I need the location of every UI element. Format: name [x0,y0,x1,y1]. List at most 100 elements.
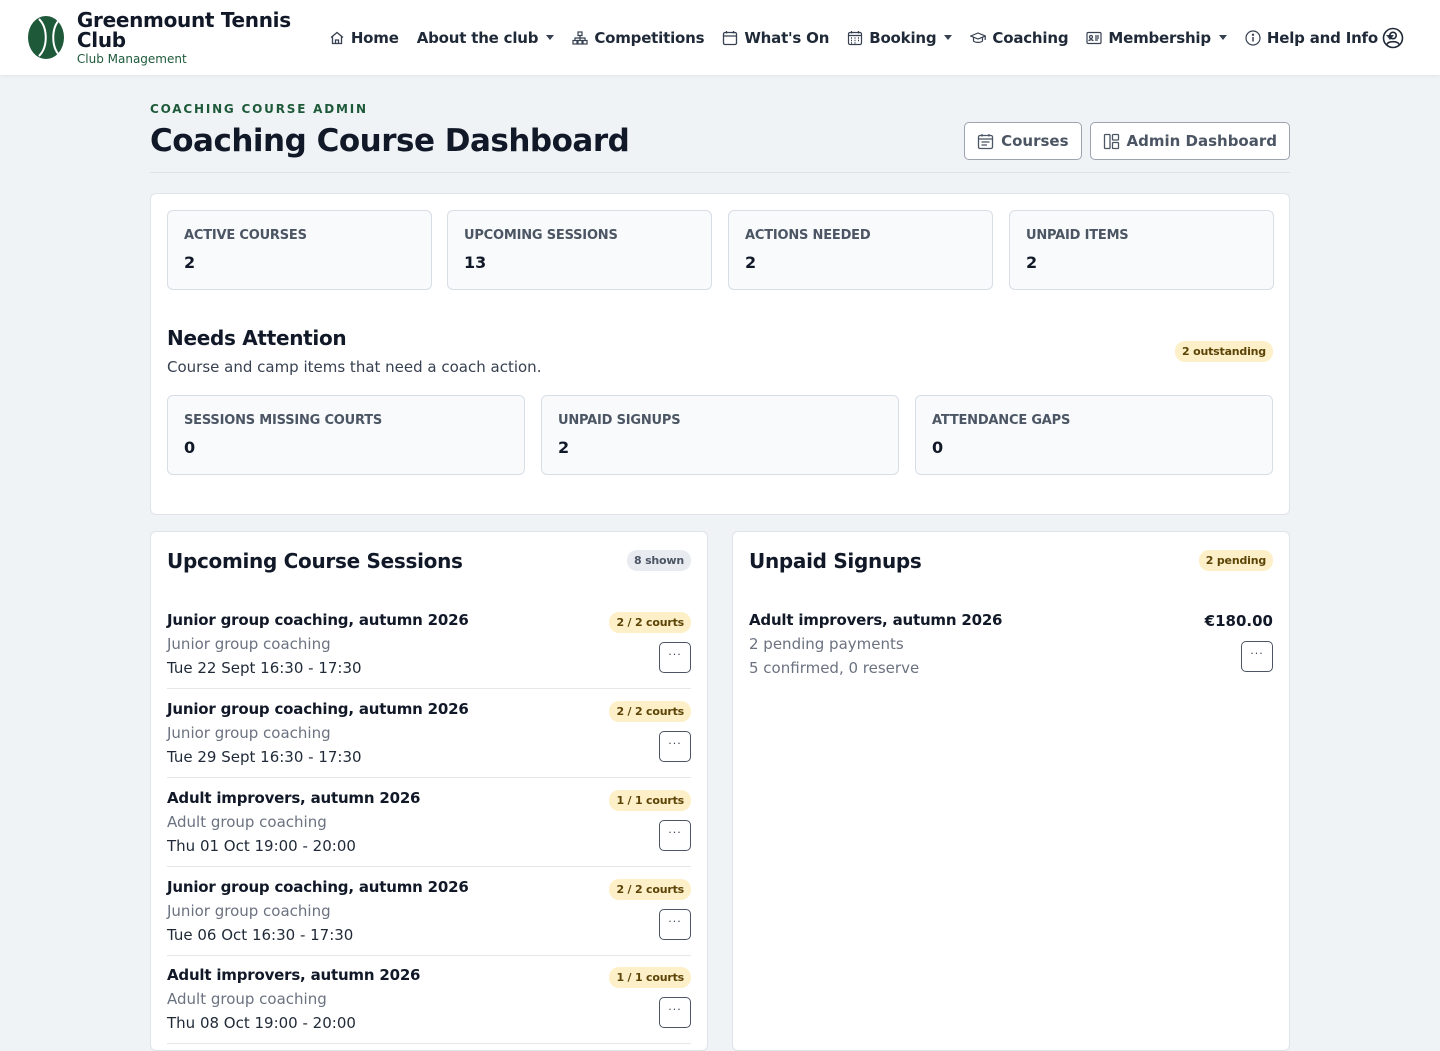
user-account-icon[interactable] [1382,27,1404,49]
nav-home[interactable]: Home [329,29,399,47]
graduation-cap-icon [970,30,987,46]
admin-dashboard-button[interactable]: Admin Dashboard [1089,122,1290,160]
session-type: Adult group coaching [167,813,327,831]
stat-upcoming-sessions: UPCOMING SESSIONS 13 [447,210,712,290]
stat-label: UPCOMING SESSIONS [464,228,618,243]
nav-coaching-label: Coaching [992,28,1069,47]
stat-active-courses: ACTIVE COURSES 2 [167,210,432,290]
session-title: Adult improvers, autumn 2026 [167,966,421,984]
layout-dashboard-icon [1103,133,1120,150]
nav-competitions[interactable]: Competitions [572,28,705,47]
nav-competitions-label: Competitions [594,28,705,47]
upcoming-sessions-card: Upcoming Course Sessions 8 shown Junior … [150,531,708,1051]
header-actions: Courses Admin Dashboard [956,122,1290,160]
more-actions-button[interactable]: ··· [659,642,691,673]
id-card-icon [1086,30,1102,46]
summary-card: ACTIVE COURSES 2 UPCOMING SESSIONS 13 AC… [150,193,1290,515]
ellipsis-icon: ··· [668,826,682,839]
session-type: Junior group coaching [167,724,331,742]
ellipsis-icon: ··· [668,915,682,928]
nav-membership[interactable]: Membership [1086,29,1227,47]
calendar-icon [722,30,738,46]
nav-whats-on-label: What's On [744,28,830,47]
brand-title: Greenmount Tennis Club [76,8,291,52]
unpaid-signup-row: Adult improvers, autumn 2026 2 pending p… [749,600,1273,689]
signup-status: 5 confirmed, 0 reserve [749,659,920,677]
ellipsis-icon: ··· [1250,647,1264,660]
info-icon [1245,29,1261,46]
main-nav: Home About the club Competitions What's … [329,29,1412,47]
stat-value: 0 [932,438,944,457]
ellipsis-icon: ··· [668,1003,682,1016]
needs-attention-title: Needs Attention [167,326,347,350]
session-time: Thu 08 Oct 19:00 - 20:00 [167,1014,356,1032]
session-row: Adult improvers, autumn 2026 1 / 1 court… [167,778,691,867]
session-time: Tue 29 Sept 16:30 - 17:30 [167,748,362,766]
more-actions-button[interactable]: ··· [659,909,691,940]
stat-sessions-missing-courts: SESSIONS MISSING COURTS 0 [167,395,525,475]
session-row: Junior group coaching, autumn 2026 2 / 2… [167,600,691,689]
stat-attendance-gaps: ATTENDANCE GAPS 0 [915,395,1273,475]
stat-value: 2 [184,253,196,272]
pending-badge: 2 pending [1198,550,1273,571]
stat-label: UNPAID SIGNUPS [558,413,681,428]
stat-value: 2 [745,253,757,272]
session-title: Junior group coaching, autumn 2026 [167,700,469,718]
more-actions-button[interactable]: ··· [659,997,691,1028]
chevron-down-icon [944,35,953,40]
nav-booking[interactable]: Booking [847,28,953,47]
more-actions-button[interactable]: ··· [659,820,691,851]
stat-value: 0 [184,438,196,457]
nav-about[interactable]: About the club [417,29,555,47]
ellipsis-icon: ··· [668,737,682,750]
courts-badge: 2 / 2 courts [609,701,691,722]
nav-coaching[interactable]: Coaching [970,28,1069,47]
signup-amount: €180.00 [1204,612,1273,630]
session-time: Tue 06 Oct 16:30 - 17:30 [167,926,354,944]
courts-badge: 2 / 2 courts [609,879,691,900]
brand-subtitle: Club Management [76,52,187,66]
upcoming-sessions-title: Upcoming Course Sessions [167,549,463,573]
page-eyebrow: COACHING COURSE ADMIN [150,102,368,116]
calendar-grid-icon [847,30,863,46]
session-time: Tue 22 Sept 16:30 - 17:30 [167,659,362,677]
needs-attention-subtitle: Course and camp items that need a coach … [167,358,542,376]
stat-value: 2 [1026,253,1038,272]
stat-value: 2 [558,438,570,457]
nav-booking-label: Booking [869,28,937,47]
signup-pending-payments: 2 pending payments [749,635,904,653]
session-row: Adult improvers, autumn 2026 1 / 1 court… [167,955,691,1044]
sitemap-icon [572,30,588,46]
session-title: Junior group coaching, autumn 2026 [167,611,469,629]
stat-label: ACTIONS NEEDED [745,228,871,243]
more-actions-button[interactable]: ··· [659,731,691,762]
session-type: Adult group coaching [167,990,327,1008]
session-row: Junior group coaching, autumn 2026 2 / 2… [167,867,691,956]
nav-home-label: Home [350,28,399,47]
stat-unpaid-signups: UNPAID SIGNUPS 2 [541,395,899,475]
more-actions-button[interactable]: ··· [1241,641,1273,672]
chevron-down-icon [546,35,555,40]
calendar-list-icon [977,133,994,150]
courses-button-label: Courses [1001,132,1069,150]
unpaid-signups-card: Unpaid Signups 2 pending Adult improvers… [732,531,1290,1051]
session-type: Junior group coaching [167,635,331,653]
nav-about-label: About the club [416,28,539,47]
brand[interactable]: Greenmount Tennis Club Club Management [28,10,302,65]
admin-dashboard-button-label: Admin Dashboard [1126,132,1278,150]
nav-help[interactable]: Help and Info [1245,29,1394,47]
nav-whats-on[interactable]: What's On [722,29,829,47]
session-title: Adult improvers, autumn 2026 [167,789,421,807]
sessions-shown-badge: 8 shown [626,550,691,571]
page-title: Coaching Course Dashboard [150,123,630,159]
courts-badge: 1 / 1 courts [609,790,691,811]
top-navbar: Greenmount Tennis Club Club Management H… [0,0,1440,75]
signup-course-title: Adult improvers, autumn 2026 [749,611,1003,629]
tennis-ball-logo-icon [28,16,64,59]
session-type: Junior group coaching [167,902,331,920]
courses-button[interactable]: Courses [964,122,1082,160]
stat-label: UNPAID ITEMS [1026,228,1129,243]
stat-label: SESSIONS MISSING COURTS [184,413,383,428]
outstanding-badge: 2 outstanding [1175,341,1273,362]
ellipsis-icon: ··· [668,648,682,661]
